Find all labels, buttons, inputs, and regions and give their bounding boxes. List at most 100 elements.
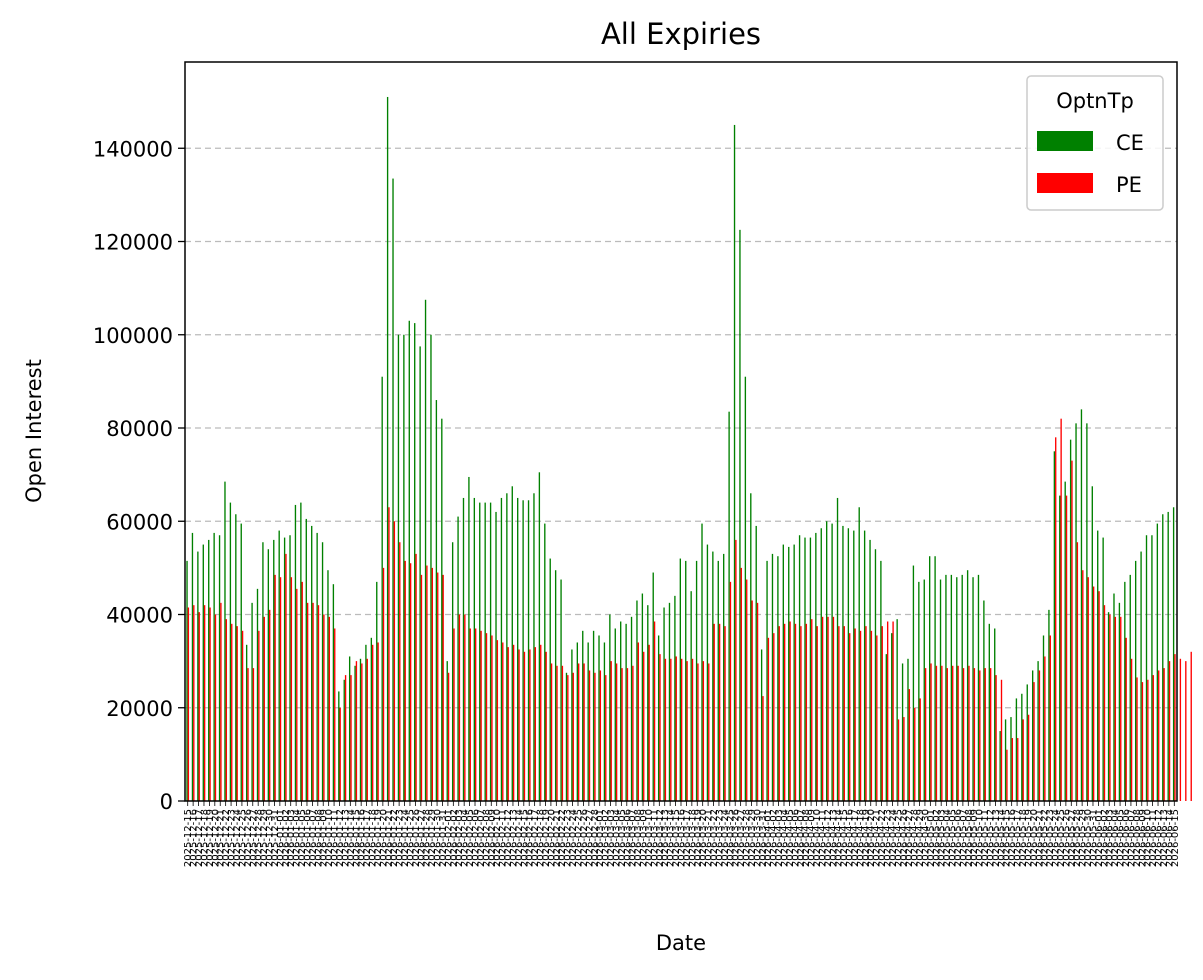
bar-ce <box>603 642 606 801</box>
bar-ce <box>760 649 763 801</box>
bar-ce <box>582 630 584 801</box>
bar-pe <box>502 642 504 801</box>
bar-ce <box>446 661 448 801</box>
bar-ce <box>826 521 828 801</box>
bar-pe <box>751 600 753 801</box>
bar-ce <box>625 623 627 801</box>
bar-pe <box>241 630 244 801</box>
bar-ce <box>376 581 378 801</box>
bar-pe <box>1190 651 1192 801</box>
bar-pe <box>339 707 341 801</box>
bar-ce <box>370 637 373 801</box>
y-tick-label: 120000 <box>93 231 173 255</box>
bar-pe <box>1174 654 1176 801</box>
bar-pe <box>214 614 217 801</box>
bar-pe <box>312 602 314 801</box>
bar-pe <box>409 563 412 801</box>
bar-ce <box>414 323 416 801</box>
bar-pe <box>1082 570 1084 801</box>
bar-ce <box>544 523 546 801</box>
bar-pe <box>431 567 433 801</box>
legend-title: OptnTp <box>1056 89 1134 113</box>
bar-pe <box>973 668 976 801</box>
bar-ce <box>549 558 551 801</box>
bar-pe <box>1000 679 1003 801</box>
bar-ce <box>186 560 188 801</box>
bar-ce <box>1004 719 1007 801</box>
bar-pe <box>697 663 699 801</box>
bar-ce <box>381 376 383 801</box>
bar-pe <box>404 560 406 801</box>
bar-ce <box>1118 602 1121 801</box>
bar-pe <box>420 574 423 801</box>
bar-pe <box>702 661 705 801</box>
bar-pe <box>296 588 298 801</box>
bar-pe <box>653 621 656 801</box>
bar-ce <box>1107 612 1110 801</box>
bar-pe <box>475 628 477 801</box>
bar-ce <box>538 472 541 801</box>
bar-ce <box>988 623 990 801</box>
bar-ce <box>321 542 324 801</box>
bar-ce <box>842 525 844 801</box>
bar-ce <box>430 334 432 801</box>
bar-ce <box>1053 451 1056 801</box>
bar-pe <box>1179 658 1182 801</box>
bar-ce <box>571 649 573 801</box>
bar-ce <box>1091 486 1093 801</box>
bar-pe <box>366 658 368 801</box>
bar-ce <box>457 516 459 801</box>
bar-pe <box>1044 656 1046 801</box>
bar-ce <box>695 560 698 801</box>
bar-ce <box>690 591 692 801</box>
bar-pe <box>708 663 710 801</box>
bar-pe <box>561 665 564 801</box>
bar-pe <box>1158 670 1160 801</box>
bar-pe <box>247 668 249 801</box>
bar-pe <box>594 672 596 801</box>
bar-ce <box>1010 717 1012 801</box>
legend-swatch-pe <box>1037 173 1093 193</box>
bar-ce <box>1113 593 1115 801</box>
bar-pe <box>285 553 287 801</box>
bar-ce <box>1167 511 1169 801</box>
bar-ce <box>717 560 719 801</box>
bar-ce <box>495 511 497 801</box>
bar-pe <box>952 665 954 801</box>
bar-pe <box>198 612 200 801</box>
bar-pe <box>1011 738 1014 801</box>
bar-pe <box>399 542 401 801</box>
bar-ce <box>701 523 703 801</box>
bar-ce <box>273 539 275 801</box>
bar-pe <box>372 644 374 801</box>
bar-pe <box>599 670 602 801</box>
bar-ce <box>191 532 194 801</box>
bar-pe <box>464 614 466 801</box>
bar-ce <box>213 532 215 801</box>
bar-ce <box>1015 698 1018 801</box>
bar-ce <box>300 502 302 801</box>
bar-pe <box>783 623 786 801</box>
bar-ce <box>468 476 470 801</box>
bar-ce <box>565 672 568 801</box>
bar-ce <box>820 528 822 801</box>
bar-pe <box>1136 677 1138 801</box>
bar-ce <box>853 530 855 801</box>
bar-pe <box>274 574 276 801</box>
bar-ce <box>847 528 850 801</box>
bar-ce <box>338 691 340 801</box>
bar-ce <box>755 525 757 801</box>
bar-pe <box>664 658 667 801</box>
bar-pe <box>762 696 764 801</box>
bar-ce <box>880 560 882 801</box>
bar-pe <box>388 507 390 801</box>
bar-ce <box>489 502 492 801</box>
bar-pe <box>811 619 813 801</box>
bar-pe <box>892 621 894 801</box>
bar-ce <box>522 500 524 801</box>
x-axis-ticks: 2025-12-152025-12-162025-12-172025-12-18… <box>183 801 1181 867</box>
bar-ce <box>771 553 774 801</box>
bar-ce <box>424 299 427 801</box>
bar-pe <box>442 574 444 801</box>
y-axis-label: Open Interest <box>22 359 46 503</box>
